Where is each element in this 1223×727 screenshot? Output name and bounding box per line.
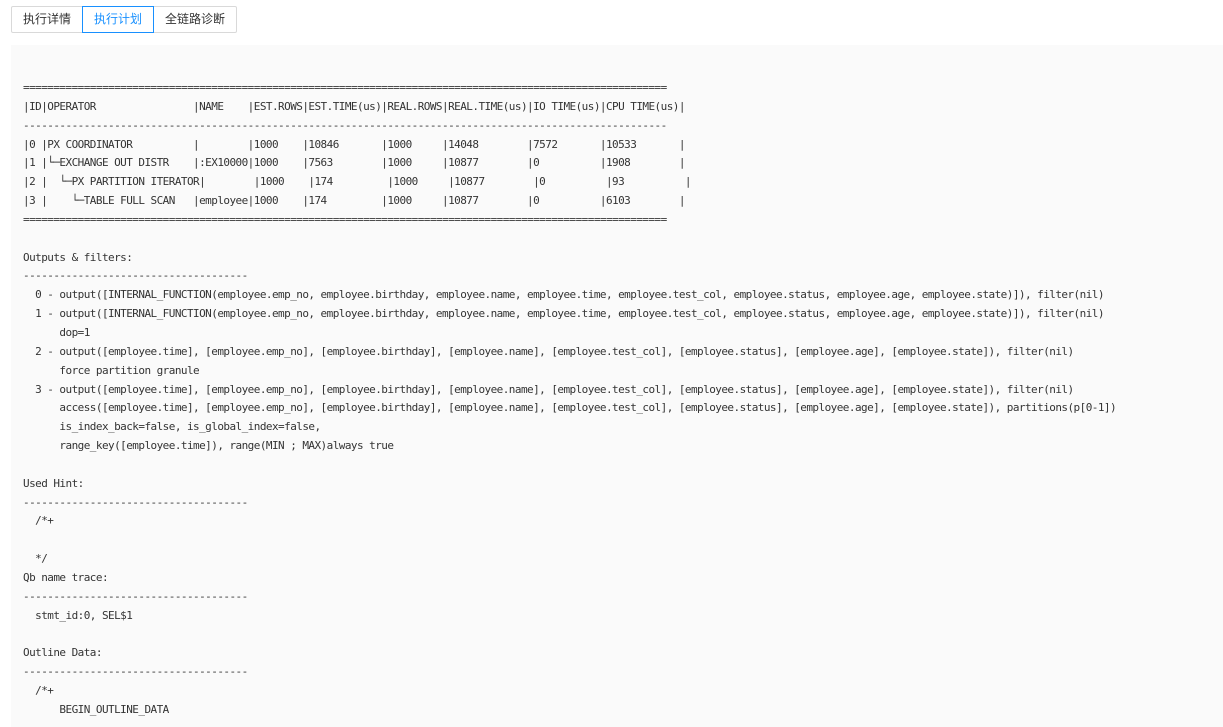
execution-plan-text: ========================================… [23, 81, 1117, 716]
tab-execution-details[interactable]: 执行详情 [11, 6, 84, 33]
execution-plan-panel: ========================================… [11, 45, 1223, 727]
tab-full-link-diagnosis[interactable]: 全链路诊断 [153, 6, 238, 33]
plan-tabs: 执行详情 执行计划 全链路诊断 [11, 6, 238, 33]
tab-execution-plan[interactable]: 执行计划 [82, 6, 155, 33]
